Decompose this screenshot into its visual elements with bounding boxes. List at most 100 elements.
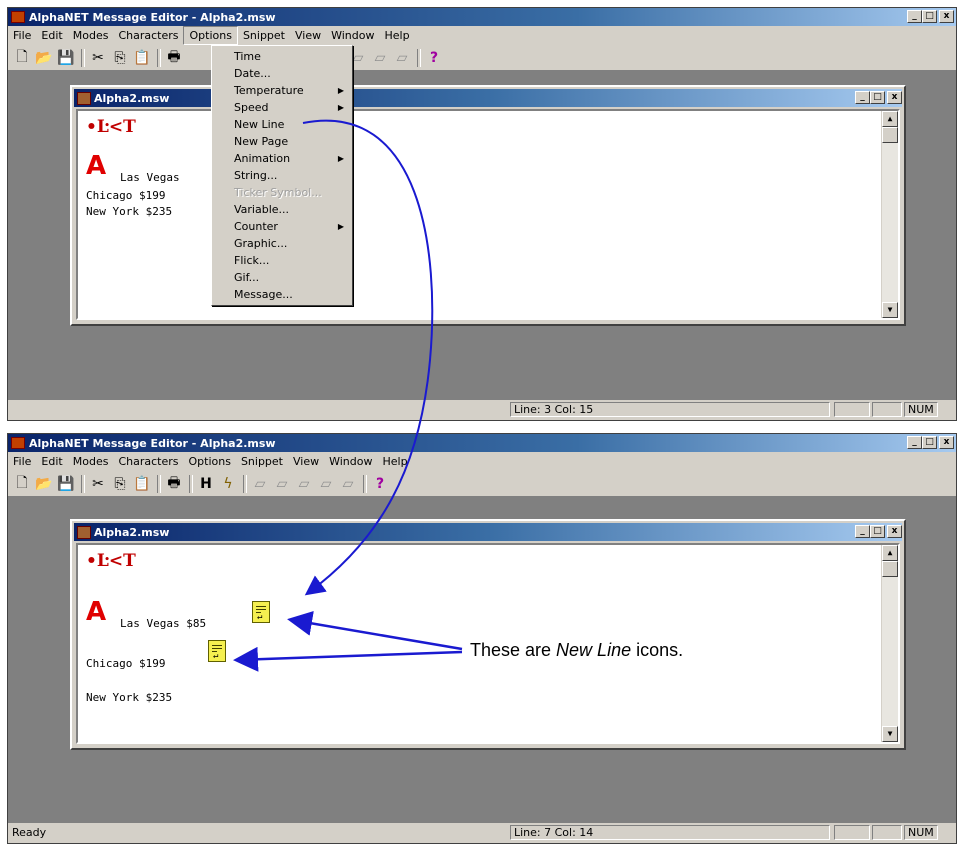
menu-item-date[interactable]: Date... xyxy=(212,65,352,82)
new-line-icon[interactable]: ↵ xyxy=(208,640,226,662)
menu-item-label: Gif... xyxy=(234,271,260,284)
menu-characters[interactable]: Characters xyxy=(113,27,183,44)
new-line-icon[interactable]: ↵ xyxy=(252,601,270,623)
scroll-thumb[interactable] xyxy=(882,561,898,577)
child-minimize-button[interactable]: _ xyxy=(855,91,870,104)
child-maximize-button[interactable]: □ xyxy=(870,525,885,538)
paste-icon[interactable]: 📋 xyxy=(132,474,152,494)
top-message-area[interactable]: •Ŀ<T A Las Vegas Chicago $199 New York $… xyxy=(76,109,900,320)
print-icon[interactable]: 🖶 xyxy=(164,474,184,494)
close-button[interactable]: x xyxy=(939,436,954,449)
save-icon[interactable]: 💾 xyxy=(56,48,76,68)
child-maximize-button[interactable]: □ xyxy=(870,91,885,104)
menu-item-temperature[interactable]: Temperature ▶ xyxy=(212,82,352,99)
paste-icon[interactable]: 📋 xyxy=(132,48,152,68)
menu-snippet[interactable]: Snippet xyxy=(236,453,288,470)
menu-help[interactable]: Help xyxy=(377,453,412,470)
close-button[interactable]: x xyxy=(939,10,954,23)
page-icon[interactable]: ▱ xyxy=(272,474,292,494)
menu-item-new-line[interactable]: New Line xyxy=(212,116,352,133)
menu-view[interactable]: View xyxy=(290,27,326,44)
menu-help[interactable]: Help xyxy=(379,27,414,44)
menu-item-gif[interactable]: Gif... xyxy=(212,269,352,286)
scroll-up-button[interactable]: ▲ xyxy=(882,111,898,127)
cut-icon[interactable]: ✂ xyxy=(88,48,108,68)
menu-item-animation[interactable]: Animation ▶ xyxy=(212,150,352,167)
menu-item-time[interactable]: Time xyxy=(212,48,352,65)
help-icon[interactable]: ? xyxy=(424,48,444,68)
save-sign-icon[interactable]: H xyxy=(196,474,216,494)
menu-modes[interactable]: Modes xyxy=(68,27,114,44)
menu-item-flick[interactable]: Flick... xyxy=(212,252,352,269)
minimize-button[interactable]: _ xyxy=(907,10,922,23)
copy-icon[interactable]: ⎘ xyxy=(110,48,130,68)
status-num: NUM xyxy=(904,825,938,840)
menu-item-label: Speed xyxy=(234,101,269,114)
menu-options[interactable]: Options xyxy=(183,26,238,45)
bottom-child-window: Alpha2.msw _ □ x •Ŀ<T A Las Vegas $85 ↵ … xyxy=(70,519,906,750)
top-child-titlebar[interactable]: Alpha2.msw _ □ x xyxy=(74,89,902,107)
child-close-button[interactable]: x xyxy=(887,525,902,538)
page-icon[interactable]: ▱ xyxy=(370,48,390,68)
scroll-up-button[interactable]: ▲ xyxy=(882,545,898,561)
app-icon xyxy=(11,437,25,449)
child-minimize-button[interactable]: _ xyxy=(855,525,870,538)
scroll-thumb[interactable] xyxy=(882,127,898,143)
top-menubar: File Edit Modes Characters Options Snipp… xyxy=(8,26,956,45)
vertical-scrollbar[interactable]: ▲ ▼ xyxy=(881,545,898,742)
page-icon[interactable]: ▱ xyxy=(338,474,358,494)
large-font-marker: A xyxy=(86,151,107,181)
menu-snippet[interactable]: Snippet xyxy=(238,27,290,44)
menu-item-variable[interactable]: Variable... xyxy=(212,201,352,218)
message-line: New York $235 xyxy=(86,691,173,704)
new-file-icon[interactable]: 🗋 xyxy=(12,48,32,68)
bottom-child-titlebar[interactable]: Alpha2.msw _ □ x xyxy=(74,523,902,541)
print-icon[interactable]: 🖶 xyxy=(164,48,184,68)
bottom-app-title: AlphaNET Message Editor - Alpha2.msw xyxy=(29,436,276,450)
menu-item-counter[interactable]: Counter ▶ xyxy=(212,218,352,235)
menu-file[interactable]: File xyxy=(8,27,36,44)
page-icon[interactable]: ▱ xyxy=(392,48,412,68)
menu-modes[interactable]: Modes xyxy=(68,453,114,470)
send-lightning-icon[interactable]: ϟ xyxy=(218,474,238,494)
menu-item-label: Graphic... xyxy=(234,237,288,250)
save-icon[interactable]: 💾 xyxy=(56,474,76,494)
menu-edit[interactable]: Edit xyxy=(36,453,67,470)
large-font-marker: A xyxy=(86,597,107,627)
menu-options[interactable]: Options xyxy=(183,453,235,470)
menu-characters[interactable]: Characters xyxy=(113,453,183,470)
bottom-app-titlebar[interactable]: AlphaNET Message Editor - Alpha2.msw _ □… xyxy=(8,434,956,452)
minimize-button[interactable]: _ xyxy=(907,436,922,449)
child-close-button[interactable]: x xyxy=(887,91,902,104)
copy-icon[interactable]: ⎘ xyxy=(110,474,130,494)
bottom-child-title: Alpha2.msw xyxy=(94,525,170,539)
page-icon[interactable]: ▱ xyxy=(250,474,270,494)
menu-item-string[interactable]: String... xyxy=(212,167,352,184)
menu-item-message[interactable]: Message... xyxy=(212,286,352,303)
menu-item-graphic[interactable]: Graphic... xyxy=(212,235,352,252)
menu-item-new-page[interactable]: New Page xyxy=(212,133,352,150)
menu-item-speed[interactable]: Speed ▶ xyxy=(212,99,352,116)
top-app-titlebar[interactable]: AlphaNET Message Editor - Alpha2.msw _ □… xyxy=(8,8,956,26)
new-file-icon[interactable]: 🗋 xyxy=(12,474,32,494)
open-folder-icon[interactable]: 📂 xyxy=(34,48,54,68)
toolbar-separator xyxy=(243,474,247,493)
menu-window[interactable]: Window xyxy=(326,27,379,44)
submenu-arrow-icon: ▶ xyxy=(337,222,344,231)
toolbar-separator xyxy=(157,474,161,493)
cut-icon[interactable]: ✂ xyxy=(88,474,108,494)
menu-view[interactable]: View xyxy=(288,453,324,470)
scroll-down-button[interactable]: ▼ xyxy=(882,302,898,318)
help-icon[interactable]: ? xyxy=(370,474,390,494)
menu-item-label: String... xyxy=(234,169,278,182)
maximize-button[interactable]: □ xyxy=(922,436,937,449)
page-icon[interactable]: ▱ xyxy=(294,474,314,494)
menu-edit[interactable]: Edit xyxy=(36,27,67,44)
open-folder-icon[interactable]: 📂 xyxy=(34,474,54,494)
page-icon[interactable]: ▱ xyxy=(316,474,336,494)
scroll-down-button[interactable]: ▼ xyxy=(882,726,898,742)
menu-window[interactable]: Window xyxy=(324,453,377,470)
menu-file[interactable]: File xyxy=(8,453,36,470)
maximize-button[interactable]: □ xyxy=(922,10,937,23)
vertical-scrollbar[interactable]: ▲ ▼ xyxy=(881,111,898,318)
